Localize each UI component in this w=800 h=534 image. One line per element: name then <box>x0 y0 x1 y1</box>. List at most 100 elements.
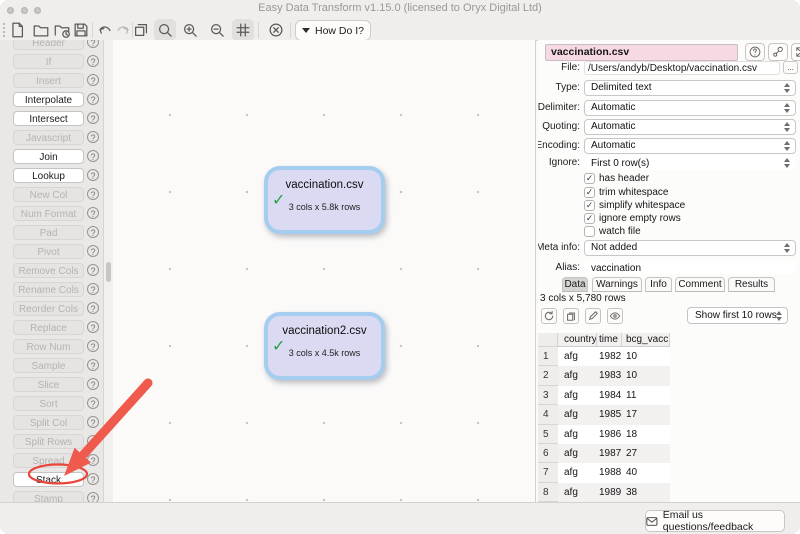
table-corner-cell <box>538 333 558 347</box>
zoom-out-button[interactable] <box>206 19 228 41</box>
checkbox-icon[interactable]: ✓ <box>584 187 595 198</box>
duplicate-button[interactable] <box>130 19 152 41</box>
tab-results[interactable]: Results <box>728 277 775 292</box>
tab-warnings[interactable]: Warnings <box>592 277 642 292</box>
open-file-button[interactable] <box>30 19 52 41</box>
help-icon[interactable]: ? <box>87 492 99 502</box>
open-recent-icon <box>53 21 71 39</box>
sidebar-scrollbar[interactable] <box>104 40 113 502</box>
sidebar-item-sample: Sample? <box>0 357 103 376</box>
help-icon[interactable]: ? <box>87 321 99 333</box>
help-icon[interactable]: ? <box>87 245 99 257</box>
help-icon[interactable]: ? <box>87 74 99 86</box>
table-row[interactable]: 3afg198411 <box>538 386 670 405</box>
expand-button[interactable] <box>791 43 800 61</box>
tab-comment[interactable]: Comment <box>675 277 725 292</box>
ignore-rows-spinner[interactable]: First 0 row(s) <box>584 155 796 170</box>
meta-info-select[interactable]: Not added <box>584 240 796 256</box>
help-icon[interactable]: ? <box>87 150 99 162</box>
dataset-node-vaccination2[interactable]: vaccination2.csv 3 cols x 4.5k rows <box>264 312 385 380</box>
column-header-time[interactable]: time <box>597 333 622 347</box>
help-icon[interactable]: ? <box>87 454 99 466</box>
table-row[interactable]: 5afg198618 <box>538 425 670 444</box>
how-do-i-button[interactable]: How Do I? <box>295 20 371 41</box>
help-icon[interactable]: ? <box>87 169 99 181</box>
edit-button[interactable] <box>585 308 601 324</box>
column-header-bcg_vacc[interactable]: bcg_vacc <box>622 333 670 347</box>
help-icon[interactable]: ? <box>87 40 99 48</box>
help-icon[interactable]: ? <box>87 435 99 447</box>
checkbox-has-header[interactable]: ✓has header <box>584 172 649 185</box>
help-icon[interactable]: ? <box>87 112 99 124</box>
help-icon[interactable]: ? <box>87 378 99 390</box>
sidebar-scrollbar-thumb[interactable] <box>106 262 111 282</box>
help-icon[interactable]: ? <box>87 93 99 105</box>
table-row[interactable]: 1afg198210 <box>538 347 670 366</box>
source-name-input[interactable]: vaccination.csv <box>545 44 738 61</box>
node-subtitle: 3 cols x 4.5k rows <box>268 348 381 358</box>
help-button[interactable] <box>745 43 765 61</box>
table-row[interactable]: 8afg198938 <box>538 483 670 502</box>
zoom-in-button[interactable] <box>179 19 201 41</box>
column-header-country[interactable]: country <box>558 333 597 347</box>
save-button[interactable] <box>70 19 92 41</box>
transform-button-intersect[interactable]: Intersect <box>13 111 84 126</box>
help-icon[interactable]: ? <box>87 264 99 276</box>
table-row[interactable]: 6afg198727 <box>538 444 670 463</box>
type-select[interactable]: Delimited text <box>584 80 796 96</box>
transform-button-lookup[interactable]: Lookup <box>13 168 84 183</box>
app-window: Easy Data Transform v1.15.0 (licensed to… <box>0 0 800 534</box>
table-row[interactable]: 2afg198310 <box>538 366 670 385</box>
transform-button-stack[interactable]: Stack <box>13 472 84 487</box>
tab-info[interactable]: Info <box>645 277 672 292</box>
email-feedback-button[interactable]: Email us questions/feedback <box>645 510 785 532</box>
help-icon[interactable]: ? <box>87 416 99 428</box>
transform-button-join[interactable]: Join <box>13 149 84 164</box>
help-icon[interactable]: ? <box>87 397 99 409</box>
checkbox-icon[interactable]: ✓ <box>584 200 595 211</box>
help-icon[interactable]: ? <box>87 207 99 219</box>
help-icon[interactable]: ? <box>87 283 99 295</box>
help-icon[interactable]: ? <box>87 226 99 238</box>
new-file-button[interactable] <box>6 19 28 41</box>
checkbox-ignore-empty-rows[interactable]: ✓ignore empty rows <box>584 212 681 225</box>
preview-button[interactable] <box>607 308 623 324</box>
checkbox-trim-whitespace[interactable]: ✓trim whitespace <box>584 186 668 199</box>
file-path-field[interactable]: /Users/andyb/Desktop/vaccination.csv <box>584 61 780 75</box>
tab-data[interactable]: Data <box>562 277 588 292</box>
help-icon[interactable]: ? <box>87 131 99 143</box>
checkbox-watch-file[interactable]: watch file <box>584 225 641 238</box>
table-row[interactable]: 7afg198840 <box>538 463 670 482</box>
cancel-button[interactable] <box>265 19 287 41</box>
checkbox-icon[interactable] <box>584 226 595 237</box>
checkbox-simplify-whitespace[interactable]: ✓simplify whitespace <box>584 199 685 212</box>
help-icon[interactable]: ? <box>87 359 99 371</box>
alias-input[interactable]: vaccination <box>584 261 796 274</box>
help-icon[interactable]: ? <box>87 55 99 67</box>
help-icon[interactable]: ? <box>87 340 99 352</box>
checkbox-icon[interactable]: ✓ <box>584 173 595 184</box>
help-icon[interactable]: ? <box>87 473 99 485</box>
magnifier-icon <box>156 21 174 39</box>
help-icon[interactable]: ? <box>87 302 99 314</box>
delimiter-select[interactable]: Automatic <box>584 100 796 116</box>
copy-button[interactable] <box>563 308 579 324</box>
transform-button-spread: Spread <box>13 453 84 468</box>
browse-button[interactable]: ... <box>783 61 798 74</box>
encoding-select[interactable]: Automatic <box>584 138 796 154</box>
toggle-grid-button[interactable] <box>232 19 254 41</box>
transform-button-interpolate[interactable]: Interpolate <box>13 92 84 107</box>
spinner-stepper-icon[interactable] <box>783 158 791 168</box>
workflow-canvas[interactable]: vaccination.csv 3 cols x 5.8k rows vacci… <box>113 40 536 502</box>
help-icon[interactable]: ? <box>87 188 99 200</box>
table-row[interactable]: 4afg198517 <box>538 405 670 424</box>
cancel-icon <box>267 21 285 39</box>
select-zoom-button[interactable] <box>154 19 176 41</box>
quoting-select[interactable]: Automatic <box>584 119 796 135</box>
select-stepper-icon <box>783 122 791 132</box>
dataset-node-vaccination[interactable]: vaccination.csv 3 cols x 5.8k rows <box>264 166 385 234</box>
link-button[interactable] <box>768 43 788 61</box>
checkbox-icon[interactable]: ✓ <box>584 213 595 224</box>
show-rows-select[interactable]: Show first 10 rows <box>687 307 788 324</box>
refresh-button[interactable] <box>541 308 557 324</box>
